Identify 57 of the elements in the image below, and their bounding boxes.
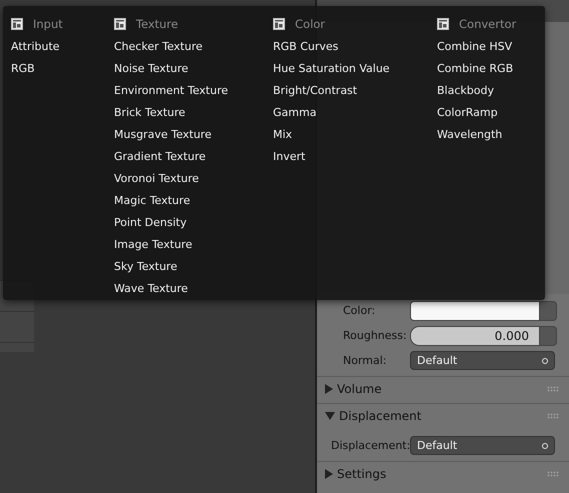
node-icon [273,18,285,30]
menu-item[interactable]: RGB Curves [273,36,437,58]
dropdown-field[interactable]: Default [410,436,555,455]
node-icon [437,18,449,30]
menu-item[interactable]: Combine RGB [437,58,537,80]
section-title: Settings [337,466,388,480]
menu-item[interactable]: Hue Saturation Value [273,58,437,80]
menu-item[interactable]: Checker Texture [114,36,273,58]
field-label: Roughness: [342,329,408,342]
dropdown-value: Default [417,354,458,367]
panel-section-header[interactable]: Settings [317,461,569,485]
drag-grip-icon [547,470,559,476]
field-label: Normal: [342,354,388,367]
section-title: Displacement [339,408,422,422]
menu-item[interactable]: Attribute [11,36,114,58]
menu-item[interactable]: Wavelength [437,124,537,146]
menu-heading: Color [295,17,326,31]
socket-button[interactable] [540,326,557,346]
menu-item[interactable]: Wave Texture [114,278,273,300]
menu-item[interactable]: Combine HSV [437,36,537,58]
panel-section-header[interactable]: Displacement [317,403,569,427]
menu-item[interactable]: Image Texture [114,234,273,256]
menu-item[interactable]: Sky Texture [114,256,273,278]
dropdown-field[interactable]: Default [410,351,555,370]
color-swatch[interactable] [410,300,540,320]
menu-item[interactable]: Gradient Texture [114,146,273,168]
panel-section-header[interactable]: Volume [317,376,569,400]
menu-heading: Convertor [459,17,516,31]
socket-dot-icon [542,358,548,364]
drag-grip-icon [547,386,559,392]
menu-item[interactable]: RGB [11,58,114,80]
menu-item[interactable]: Mix [273,124,437,146]
menu-item[interactable]: Voronoi Texture [114,168,273,190]
dropdown-value: Default [417,439,458,452]
node-icon [11,18,23,30]
slider-value: 0.000 [494,328,530,342]
socket-button[interactable] [540,300,557,320]
menu-heading: Texture [136,17,178,31]
node-icon [114,18,126,30]
drag-grip-icon [547,412,559,418]
section-title: Volume [337,382,383,396]
menu-item[interactable]: Environment Texture [114,80,273,102]
menu-item[interactable]: Magic Texture [114,190,273,212]
menu-item[interactable]: ColorRamp [437,102,537,124]
menu-item[interactable]: Brick Texture [114,102,273,124]
roughness-slider[interactable]: 0.000 [410,326,540,346]
field-label: Color: [342,304,376,317]
field-label: Displacement: [330,439,410,452]
menu-item[interactable]: Invert [273,146,437,168]
menu-heading: Input [33,17,63,31]
menu-item[interactable]: Gamma [273,102,437,124]
menu-item[interactable]: Point Density [114,212,273,234]
menu-item[interactable]: Bright/Contrast [273,80,437,102]
menu-item[interactable]: Musgrave Texture [114,124,273,146]
socket-dot-icon [542,442,548,448]
menu-item[interactable]: Noise Texture [114,58,273,80]
menu-item[interactable]: Blackbody [437,80,537,102]
